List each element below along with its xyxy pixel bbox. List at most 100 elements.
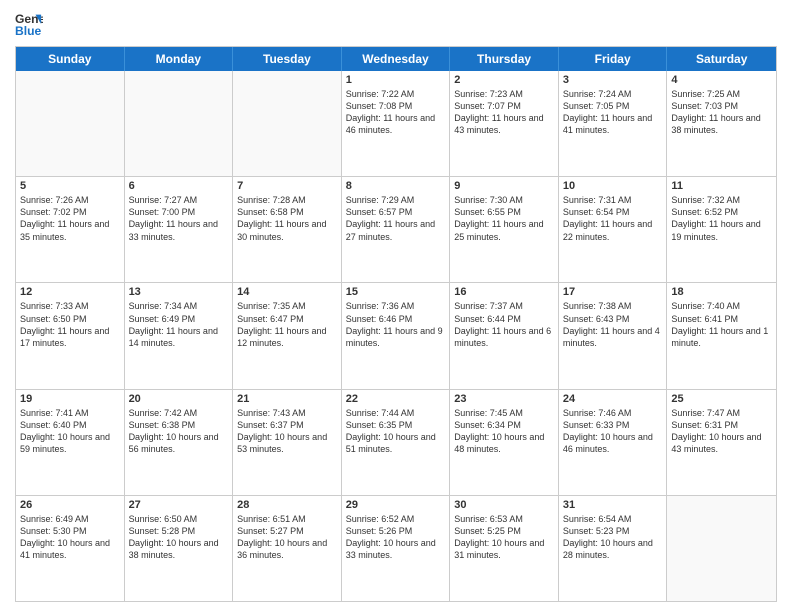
day-number: 4 [671,74,772,86]
day-number: 9 [454,180,554,192]
cell-content: Sunrise: 7:37 AM Sunset: 6:44 PM Dayligh… [454,300,554,349]
header-day: Saturday [667,47,776,71]
calendar-cell: 17 Sunrise: 7:38 AM Sunset: 6:43 PM Dayli… [559,283,668,388]
cell-content: Sunrise: 7:28 AM Sunset: 6:58 PM Dayligh… [237,194,337,243]
header-day: Tuesday [233,47,342,71]
calendar-cell: 6 Sunrise: 7:27 AM Sunset: 7:00 PM Daylig… [125,177,234,282]
calendar-row: 5 Sunrise: 7:26 AM Sunset: 7:02 PM Daylig… [16,177,776,283]
cell-content: Sunrise: 7:45 AM Sunset: 6:34 PM Dayligh… [454,407,554,456]
cell-content: Sunrise: 7:26 AM Sunset: 7:02 PM Dayligh… [20,194,120,243]
day-number: 21 [237,393,337,405]
calendar-cell: 20 Sunrise: 7:42 AM Sunset: 6:38 PM Dayli… [125,390,234,495]
page: General Blue SundayMondayTuesdayWednesda… [0,0,792,612]
cell-content: Sunrise: 7:32 AM Sunset: 6:52 PM Dayligh… [671,194,772,243]
cell-content: Sunrise: 7:46 AM Sunset: 6:33 PM Dayligh… [563,407,663,456]
calendar-cell: 25 Sunrise: 7:47 AM Sunset: 6:31 PM Dayli… [667,390,776,495]
cell-content: Sunrise: 7:34 AM Sunset: 6:49 PM Dayligh… [129,300,229,349]
calendar-cell: 1 Sunrise: 7:22 AM Sunset: 7:08 PM Daylig… [342,71,451,176]
header-day: Thursday [450,47,559,71]
calendar: SundayMondayTuesdayWednesdayThursdayFrid… [15,46,777,602]
cell-content: Sunrise: 7:22 AM Sunset: 7:08 PM Dayligh… [346,88,446,137]
day-number: 29 [346,499,446,511]
cell-content: Sunrise: 7:31 AM Sunset: 6:54 PM Dayligh… [563,194,663,243]
calendar-cell [16,71,125,176]
cell-content: Sunrise: 7:43 AM Sunset: 6:37 PM Dayligh… [237,407,337,456]
calendar-cell [667,496,776,601]
day-number: 30 [454,499,554,511]
logo: General Blue [15,10,43,38]
day-number: 5 [20,180,120,192]
cell-content: Sunrise: 6:54 AM Sunset: 5:23 PM Dayligh… [563,513,663,562]
cell-content: Sunrise: 7:27 AM Sunset: 7:00 PM Dayligh… [129,194,229,243]
cell-content: Sunrise: 7:25 AM Sunset: 7:03 PM Dayligh… [671,88,772,137]
calendar-cell: 31Sunrise: 6:54 AM Sunset: 5:23 PM Dayli… [559,496,668,601]
header-day: Wednesday [342,47,451,71]
calendar-cell: 11 Sunrise: 7:32 AM Sunset: 6:52 PM Dayli… [667,177,776,282]
cell-content: Sunrise: 7:44 AM Sunset: 6:35 PM Dayligh… [346,407,446,456]
calendar-row: 19Sunrise: 7:41 AM Sunset: 6:40 PM Dayli… [16,390,776,496]
day-number: 7 [237,180,337,192]
cell-content: Sunrise: 7:41 AM Sunset: 6:40 PM Dayligh… [20,407,120,456]
calendar-cell: 12 Sunrise: 7:33 AM Sunset: 6:50 PM Dayli… [16,283,125,388]
calendar-cell [125,71,234,176]
day-number: 2 [454,74,554,86]
calendar-cell: 27 Sunrise: 6:50 AM Sunset: 5:28 PM Dayli… [125,496,234,601]
cell-content: Sunrise: 6:50 AM Sunset: 5:28 PM Dayligh… [129,513,229,562]
day-number: 20 [129,393,229,405]
cell-content: Sunrise: 7:33 AM Sunset: 6:50 PM Dayligh… [20,300,120,349]
calendar-row: 12 Sunrise: 7:33 AM Sunset: 6:50 PM Dayli… [16,283,776,389]
day-number: 1 [346,74,446,86]
day-number: 8 [346,180,446,192]
calendar-cell: 26 Sunrise: 6:49 AM Sunset: 5:30 PM Dayli… [16,496,125,601]
calendar-row: 26 Sunrise: 6:49 AM Sunset: 5:30 PM Dayli… [16,496,776,601]
calendar-cell: 13 Sunrise: 7:34 AM Sunset: 6:49 PM Dayli… [125,283,234,388]
cell-content: Sunrise: 7:30 AM Sunset: 6:55 PM Dayligh… [454,194,554,243]
header-day: Friday [559,47,668,71]
calendar-cell: 4 Sunrise: 7:25 AM Sunset: 7:03 PM Daylig… [667,71,776,176]
cell-content: Sunrise: 6:52 AM Sunset: 5:26 PM Dayligh… [346,513,446,562]
calendar-cell: 5 Sunrise: 7:26 AM Sunset: 7:02 PM Daylig… [16,177,125,282]
header-day: Sunday [16,47,125,71]
day-number: 24 [563,393,663,405]
cell-content: Sunrise: 6:49 AM Sunset: 5:30 PM Dayligh… [20,513,120,562]
calendar-cell: 3Sunrise: 7:24 AM Sunset: 7:05 PM Daylig… [559,71,668,176]
calendar-cell: 9 Sunrise: 7:30 AM Sunset: 6:55 PM Daylig… [450,177,559,282]
cell-content: Sunrise: 7:29 AM Sunset: 6:57 PM Dayligh… [346,194,446,243]
calendar-row: 1 Sunrise: 7:22 AM Sunset: 7:08 PM Daylig… [16,71,776,177]
day-number: 12 [20,286,120,298]
header: General Blue [15,10,777,38]
calendar-cell: 21 Sunrise: 7:43 AM Sunset: 6:37 PM Dayli… [233,390,342,495]
header-day: Monday [125,47,234,71]
day-number: 14 [237,286,337,298]
day-number: 11 [671,180,772,192]
cell-content: Sunrise: 6:51 AM Sunset: 5:27 PM Dayligh… [237,513,337,562]
cell-content: Sunrise: 7:38 AM Sunset: 6:43 PM Dayligh… [563,300,663,349]
day-number: 17 [563,286,663,298]
calendar-cell: 19Sunrise: 7:41 AM Sunset: 6:40 PM Dayli… [16,390,125,495]
day-number: 6 [129,180,229,192]
cell-content: Sunrise: 7:23 AM Sunset: 7:07 PM Dayligh… [454,88,554,137]
calendar-cell: 28 Sunrise: 6:51 AM Sunset: 5:27 PM Dayli… [233,496,342,601]
calendar-cell: 23 Sunrise: 7:45 AM Sunset: 6:34 PM Dayli… [450,390,559,495]
cell-content: Sunrise: 6:53 AM Sunset: 5:25 PM Dayligh… [454,513,554,562]
day-number: 28 [237,499,337,511]
svg-text:Blue: Blue [15,24,42,38]
day-number: 25 [671,393,772,405]
calendar-cell [233,71,342,176]
day-number: 10 [563,180,663,192]
cell-content: Sunrise: 7:40 AM Sunset: 6:41 PM Dayligh… [671,300,772,349]
calendar-cell: 2 Sunrise: 7:23 AM Sunset: 7:07 PM Daylig… [450,71,559,176]
day-number: 23 [454,393,554,405]
calendar-cell: 7 Sunrise: 7:28 AM Sunset: 6:58 PM Daylig… [233,177,342,282]
logo-icon: General Blue [15,10,43,38]
day-number: 26 [20,499,120,511]
day-number: 13 [129,286,229,298]
cell-content: Sunrise: 7:35 AM Sunset: 6:47 PM Dayligh… [237,300,337,349]
calendar-cell: 15Sunrise: 7:36 AM Sunset: 6:46 PM Dayli… [342,283,451,388]
calendar-cell: 14 Sunrise: 7:35 AM Sunset: 6:47 PM Dayli… [233,283,342,388]
day-number: 22 [346,393,446,405]
cell-content: Sunrise: 7:24 AM Sunset: 7:05 PM Dayligh… [563,88,663,137]
cell-content: Sunrise: 7:47 AM Sunset: 6:31 PM Dayligh… [671,407,772,456]
day-number: 27 [129,499,229,511]
cell-content: Sunrise: 7:42 AM Sunset: 6:38 PM Dayligh… [129,407,229,456]
